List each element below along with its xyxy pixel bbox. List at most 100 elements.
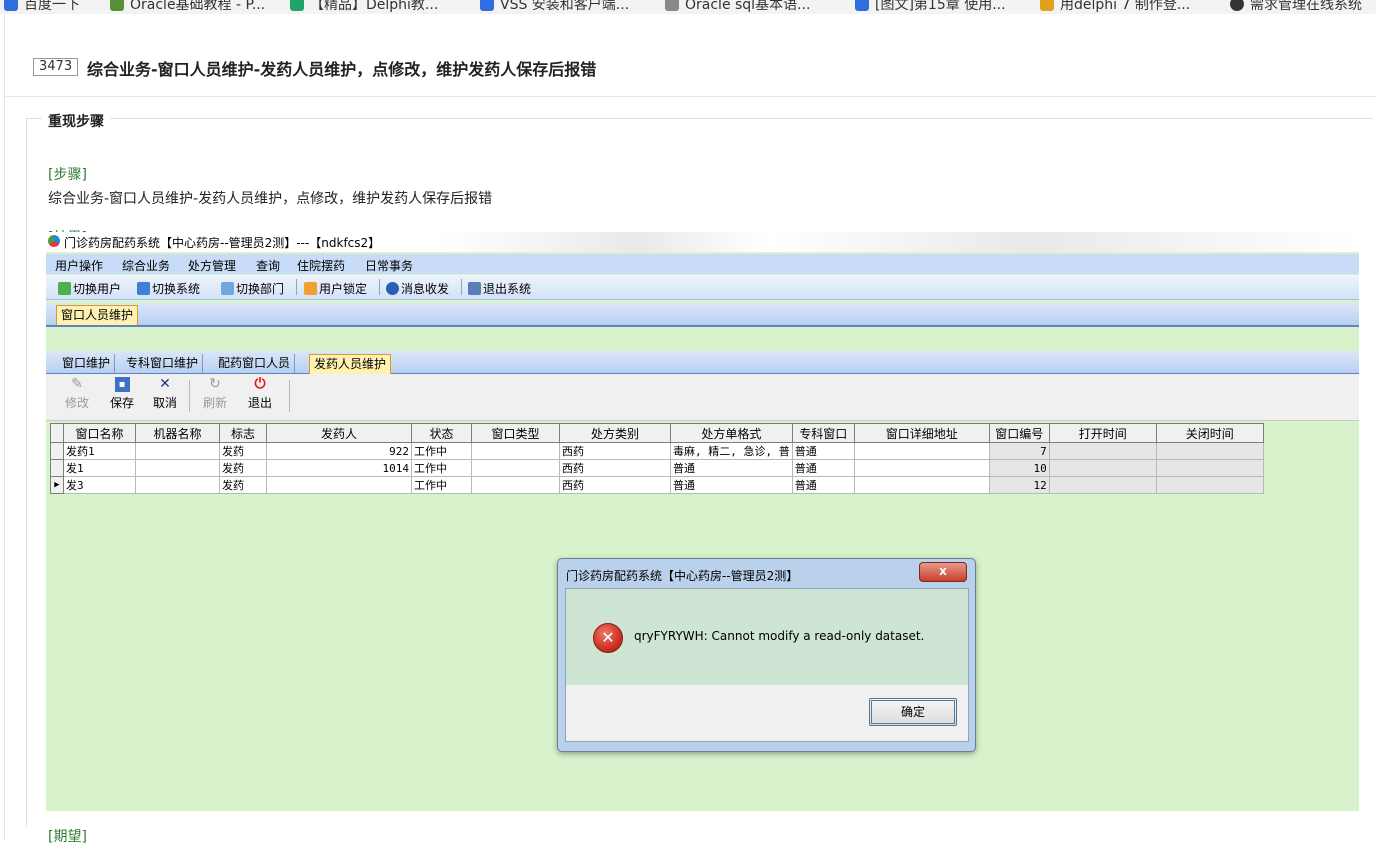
col-header[interactable]: 处方类别 — [559, 423, 671, 443]
messages-button[interactable]: 消息收发 — [386, 280, 449, 297]
grid-cell[interactable] — [471, 459, 560, 477]
bookmark-item[interactable]: VSS 安装和客户端... — [480, 0, 629, 14]
pharmacist-grid[interactable]: 窗口名称 机器名称 标志 发药人 状态 窗口类型 处方类别 处方单格式 专科窗口… — [50, 423, 1264, 494]
grid-cell[interactable]: 922 — [266, 442, 412, 460]
button-separator — [289, 380, 290, 412]
grid-cell[interactable]: 西药 — [559, 476, 671, 494]
grid-cell[interactable] — [853, 476, 990, 494]
grid-cell[interactable] — [853, 442, 990, 460]
switch-user-button[interactable]: 切换用户 — [58, 280, 121, 297]
error-icon: ✕ — [593, 623, 623, 653]
switch-dept-button[interactable]: 切换部门 — [221, 280, 284, 297]
oracle-icon — [110, 0, 124, 11]
bookmark-item[interactable]: 【精品】Delphi教... — [290, 0, 438, 14]
switch-system-button[interactable]: 切换系统 — [137, 280, 200, 297]
bookmark-item[interactable]: 百度一下 — [4, 0, 80, 14]
grid-cell[interactable] — [1155, 442, 1264, 460]
grid-cell[interactable] — [471, 476, 560, 494]
col-header[interactable]: 处方单格式 — [670, 423, 793, 443]
grid-cell[interactable] — [1155, 459, 1264, 477]
grid-cell[interactable] — [1048, 476, 1157, 494]
col-header[interactable]: 专科窗口 — [791, 423, 855, 443]
globe-icon — [1230, 0, 1244, 11]
bookmark-label: 用delphi 7 制作登... — [1060, 0, 1191, 13]
grid-cell[interactable]: 普通 — [670, 476, 793, 494]
grid-cell[interactable] — [853, 459, 990, 477]
tab-window-staff[interactable]: 窗口人员维护 — [56, 305, 139, 325]
ok-button[interactable]: 确定 — [869, 698, 957, 726]
grid-cell[interactable] — [266, 476, 412, 494]
col-header[interactable]: 状态 — [411, 423, 472, 443]
power-icon: ⏻ — [254, 376, 266, 392]
grid-cell[interactable] — [1048, 442, 1157, 460]
grid-cell[interactable]: 发药 — [219, 476, 267, 494]
grid-cell[interactable]: 普通 — [670, 459, 793, 477]
menu-user-ops[interactable]: 用户操作 — [55, 257, 103, 274]
col-header[interactable]: 标志 — [219, 423, 267, 443]
grid-cell[interactable] — [471, 442, 560, 460]
grid-cell[interactable] — [135, 442, 220, 460]
row-indicator[interactable] — [50, 442, 64, 460]
grid-cell[interactable]: 普通 — [791, 476, 855, 494]
save-button[interactable]: ▪ 保存 — [107, 377, 137, 411]
grid-cell[interactable]: 普通 — [791, 459, 855, 477]
col-header[interactable]: 窗口名称 — [63, 423, 136, 443]
grid-cell[interactable]: 工作中 — [411, 442, 472, 460]
grid-cell[interactable]: 发药1 — [63, 442, 136, 460]
col-header[interactable]: 打开时间 — [1048, 423, 1157, 443]
tab-window-maintenance[interactable]: 窗口维护 — [58, 354, 116, 373]
bookmark-item[interactable]: Oracle基础教程 - P... — [110, 0, 265, 14]
col-header[interactable]: 关闭时间 — [1155, 423, 1264, 443]
grid-cell[interactable]: 毒麻, 精二, 急诊, 普 — [670, 442, 793, 460]
grid-cell[interactable]: 12 — [988, 476, 1050, 494]
exit-button[interactable]: ⏻ 退出 — [245, 377, 275, 411]
col-header[interactable]: 窗口编号 — [988, 423, 1050, 443]
grid-cell[interactable]: 西药 — [559, 459, 671, 477]
grid-cell[interactable]: 发1 — [63, 459, 136, 477]
refresh-button[interactable]: ↻ 刷新 — [200, 377, 230, 411]
exit-system-button[interactable]: 退出系统 — [468, 280, 531, 297]
col-header[interactable]: 窗口类型 — [471, 423, 560, 443]
lock-user-button[interactable]: 用户锁定 — [304, 280, 367, 297]
current-row-arrow-icon[interactable]: ▶ — [50, 476, 64, 494]
grid-cell[interactable]: 西药 — [559, 442, 671, 460]
grid-cell[interactable]: 1014 — [266, 459, 412, 477]
menu-integrated[interactable]: 综合业务 — [122, 257, 170, 274]
table-row[interactable]: 发1 发药 1014 工作中 西药 普通 普通 10 — [50, 459, 1264, 477]
tab-special-window[interactable]: 专科窗口维护 — [122, 354, 204, 373]
dialog-close-button[interactable]: x — [919, 562, 967, 582]
grid-cell[interactable]: 10 — [988, 459, 1050, 477]
bookmark-item[interactable]: 用delphi 7 制作登... — [1040, 0, 1190, 14]
grid-cell[interactable]: 发药 — [219, 442, 267, 460]
col-header[interactable]: 发药人 — [266, 423, 412, 443]
app-toolbar: 切换用户 切换系统 切换部门 用户锁定 消息收发 退出系统 — [46, 275, 1359, 300]
grid-cell[interactable]: 发药 — [219, 459, 267, 477]
menu-inpatient[interactable]: 住院摆药 — [297, 257, 345, 274]
col-header[interactable]: 机器名称 — [135, 423, 220, 443]
menu-prescription[interactable]: 处方管理 — [188, 257, 236, 274]
tab-dispensing-staff[interactable]: 配药窗口人员 — [214, 354, 296, 373]
bookmark-item[interactable]: [图文]第15章 使用... — [855, 0, 1006, 14]
grid-cell[interactable]: 发3 — [63, 476, 136, 494]
bookmark-item[interactable]: 需求管理在线系统 — [1230, 0, 1362, 14]
grid-cell[interactable]: 工作中 — [411, 459, 472, 477]
table-row[interactable]: ▶ 发3 发药 工作中 西药 普通 普通 12 — [50, 476, 1264, 494]
cancel-button[interactable]: ✕ 取消 — [150, 377, 180, 411]
row-indicator[interactable] — [50, 459, 64, 477]
steps-text: 综合业务-窗口人员维护-发药人员维护，点修改，维护发药人保存后报错 — [48, 191, 493, 207]
grid-cell[interactable] — [1048, 459, 1157, 477]
bookmark-label: 需求管理在线系统 — [1250, 0, 1362, 13]
edit-button[interactable]: ✎ 修改 — [62, 377, 92, 411]
menu-query[interactable]: 查询 — [256, 257, 280, 274]
grid-cell[interactable]: 7 — [988, 442, 1050, 460]
tab-pharmacist-maintenance[interactable]: 发药人员维护 — [309, 354, 392, 374]
grid-cell[interactable]: 工作中 — [411, 476, 472, 494]
grid-cell[interactable]: 普通 — [791, 442, 855, 460]
grid-cell[interactable] — [135, 459, 220, 477]
bookmark-item[interactable]: Oracle sql基本语... — [665, 0, 810, 14]
grid-cell[interactable] — [1155, 476, 1264, 494]
menu-daily[interactable]: 日常事务 — [365, 257, 413, 274]
table-row[interactable]: 发药1 发药 922 工作中 西药 毒麻, 精二, 急诊, 普 普通 7 — [50, 442, 1264, 460]
col-header[interactable]: 窗口详细地址 — [853, 423, 990, 443]
grid-cell[interactable] — [135, 476, 220, 494]
